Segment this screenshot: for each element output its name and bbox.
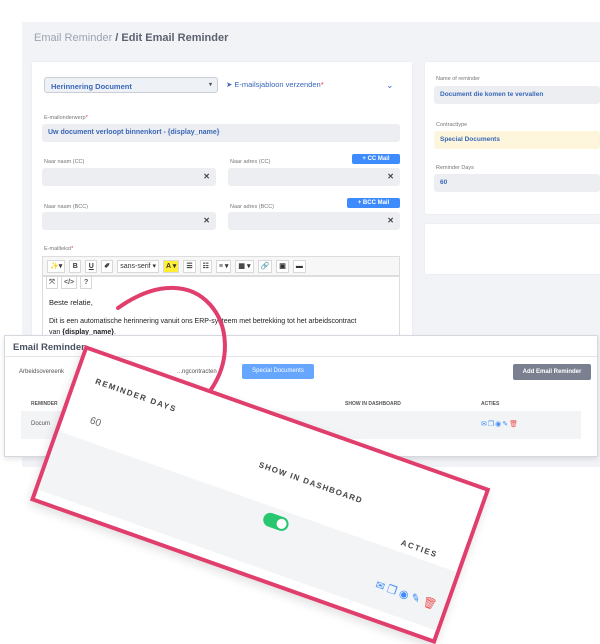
clear-icon[interactable]: ✕	[387, 216, 394, 225]
eraser-icon[interactable]: ✐	[101, 259, 114, 273]
send-template-link[interactable]: ➤ E-mailsjabloon verzenden*	[226, 80, 324, 89]
zoom-days-value: 60	[88, 415, 103, 430]
editor-toolbar: ✨▾ B U ✐ sans-serif ▾ A ▾ ☰ ☷ ≡ ▾ ▦ ▾ 🔗 …	[42, 256, 400, 276]
breadcrumb: Email Reminder / Edit Email Reminder	[34, 32, 228, 44]
fullscreen-icon[interactable]: ⤧	[46, 276, 58, 289]
bcc-name-input[interactable]: ✕	[42, 212, 216, 230]
bold-button[interactable]: B	[69, 259, 82, 273]
cc-address-input[interactable]: ✕	[228, 168, 400, 186]
video-icon[interactable]: ▬	[292, 259, 306, 273]
column-reminder: REMINDER	[31, 401, 58, 407]
secondary-card	[425, 224, 600, 274]
add-email-reminder-button[interactable]: Add Email Reminder	[513, 364, 591, 380]
clear-icon[interactable]: ✕	[203, 216, 210, 225]
list-title: Email Reminder	[13, 342, 85, 353]
body-paragraph: Dit is een automatische herinnering vanu…	[49, 318, 357, 325]
unordered-list-icon[interactable]: ☰	[183, 259, 196, 273]
underline-button[interactable]: U	[85, 259, 98, 273]
align-select[interactable]: ≡ ▾	[215, 259, 232, 273]
add-bcc-button[interactable]: + BCC Mail	[347, 198, 400, 208]
image-icon[interactable]: ▣	[276, 259, 289, 273]
cc-name-input[interactable]: ✕	[42, 168, 216, 186]
clear-icon[interactable]: ✕	[387, 172, 394, 181]
subject-input[interactable]: Uw document verloopt binnenkort - {displ…	[42, 124, 400, 142]
bcc-name-label: Naar naam (BCC)	[44, 204, 89, 210]
template-select[interactable]: Herinnering Document ▾	[44, 77, 218, 93]
help-icon[interactable]: ?	[80, 276, 93, 289]
breadcrumb-parent[interactable]: Email Reminder	[34, 32, 112, 44]
contract-type-select[interactable]: Special Documents	[434, 131, 600, 149]
column-acties: ACTIES	[481, 401, 500, 407]
bcc-address-input[interactable]: ✕	[228, 212, 400, 230]
tab-contracten[interactable]: ...ngcontracten	[177, 369, 217, 375]
reminder-days-label: Reminder Days	[436, 165, 474, 171]
link-icon[interactable]: 🔗	[257, 259, 273, 273]
magic-style-button[interactable]: ✨▾	[47, 259, 66, 273]
mail-icon[interactable]: ✉	[481, 421, 488, 428]
clear-icon[interactable]: ✕	[203, 172, 210, 181]
body-greeting: Beste relatie,	[49, 298, 93, 307]
tab-arbeidsovereenkomsten[interactable]: Arbeidsovereenk	[19, 369, 64, 375]
font-family-select[interactable]: sans-serif ▾	[117, 259, 160, 273]
tab-special-documents[interactable]: Special Documents	[242, 364, 314, 379]
send-template-label: E-mailsjabloon verzenden	[234, 80, 321, 89]
cc-name-label: Naar naam (CC)	[44, 159, 85, 165]
ordered-list-icon[interactable]: ☷	[199, 259, 212, 273]
table-icon[interactable]: ▦ ▾	[235, 259, 254, 273]
code-view-icon[interactable]: </>	[61, 276, 78, 289]
toggle-knob	[275, 517, 288, 531]
column-show-in-dashboard: SHOW IN DASHBOARD	[345, 401, 401, 407]
bcc-address-label: Naar adres (BCC)	[230, 204, 275, 210]
row-actions: ✉❐◉✎🗑	[481, 420, 519, 428]
contract-type-label: Contracttype	[436, 122, 468, 128]
editor-toolbar-row2: ⤧ </> ?	[46, 276, 93, 289]
breadcrumb-current: Edit Email Reminder	[121, 32, 229, 44]
send-icon: ➤	[226, 80, 233, 89]
promo-stage: Email Reminder / Edit Email Reminder Her…	[0, 0, 600, 644]
trash-icon[interactable]: 🗑	[509, 421, 519, 428]
template-select-value: Herinnering Document	[51, 82, 132, 91]
font-color-button[interactable]: A ▾	[163, 259, 180, 273]
reminder-days-input[interactable]: 60	[434, 174, 600, 192]
chevron-down-icon: ▾	[208, 82, 212, 88]
cc-address-label: Naar adres (CC)	[230, 159, 271, 165]
row-reminder-name: Docum	[31, 421, 51, 427]
name-input[interactable]: Document die komen te vervallen	[434, 86, 600, 104]
collapse-chevron-icon[interactable]: ⌄	[386, 80, 394, 91]
body-label: E-mailtekst*	[44, 246, 74, 252]
add-cc-button[interactable]: + CC Mail	[352, 154, 400, 164]
name-label: Name of reminder	[436, 76, 481, 82]
subject-label: E-mailonderwerp*	[44, 115, 88, 121]
